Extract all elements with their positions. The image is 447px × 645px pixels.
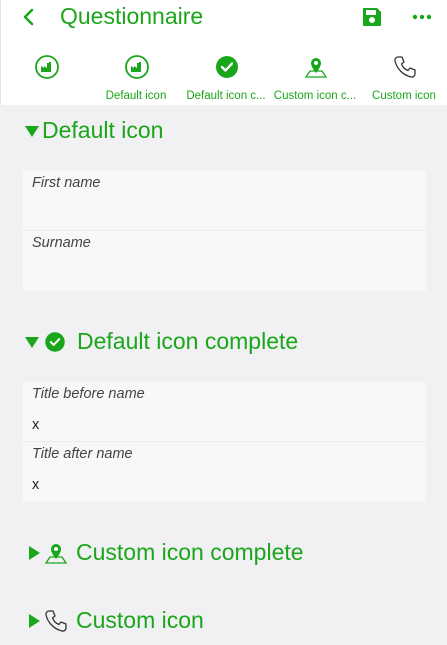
triangle-down-icon xyxy=(25,336,39,348)
phone-icon xyxy=(394,56,416,78)
field-label: Surname xyxy=(32,235,91,251)
section-card-default-icon-complete: Title before name x Title after name x xyxy=(23,382,426,502)
title-before-name-input[interactable]: x xyxy=(32,417,412,437)
tab-label: Custom icon c... xyxy=(273,90,357,102)
section-header-custom-icon-complete[interactable]: Custom icon complete xyxy=(24,539,304,566)
tab-label: Default icon c... xyxy=(186,90,266,102)
triangle-right-icon xyxy=(29,545,40,560)
triangle-down-icon xyxy=(25,125,39,137)
floppy-disk-icon[interactable] xyxy=(360,5,384,29)
tab-custom-icon[interactable]: Custom icon xyxy=(359,50,447,104)
factory-circle-icon xyxy=(35,55,59,79)
tab-default-icon[interactable]: Default icon xyxy=(91,50,181,104)
factory-circle-icon xyxy=(125,55,149,79)
section-title: Custom icon xyxy=(76,607,204,633)
section-header-default-icon[interactable]: Default icon xyxy=(24,117,163,144)
field-label: Title after name xyxy=(32,446,133,462)
field-surname: Surname xyxy=(23,231,426,291)
tab-label: Custom icon xyxy=(372,90,436,102)
section-title: Default icon xyxy=(42,117,164,143)
surname-input[interactable] xyxy=(32,266,412,286)
check-circle-icon xyxy=(45,331,65,352)
tab-default-icon-complete[interactable]: Default icon c... xyxy=(181,50,271,104)
section-title: Custom icon complete xyxy=(76,539,304,565)
section-card-default-icon: First name Surname xyxy=(23,171,426,291)
chevron-left-icon[interactable] xyxy=(17,2,41,32)
field-label: First name xyxy=(32,175,101,191)
map-pin-icon xyxy=(304,58,328,78)
section-title: Default icon complete xyxy=(77,328,299,354)
phone-icon xyxy=(45,609,67,632)
field-first-name: First name xyxy=(23,171,426,231)
triangle-right-icon xyxy=(29,613,40,628)
tab-first-section[interactable] xyxy=(1,50,91,104)
section-header-default-icon-complete[interactable]: Default icon complete xyxy=(24,328,298,355)
tab-custom-icon-complete[interactable]: Custom icon c... xyxy=(270,50,360,104)
map-pin-icon xyxy=(44,543,68,564)
field-title-before-name: Title before name x xyxy=(23,382,426,442)
ellipsis-icon[interactable] xyxy=(410,5,434,29)
check-circle-icon xyxy=(216,56,238,78)
header-bar: Questionnaire Default icon Default icon … xyxy=(0,0,447,105)
section-header-custom-icon[interactable]: Custom icon xyxy=(24,607,204,634)
tab-label: Default icon xyxy=(105,90,167,102)
field-label: Title before name xyxy=(32,386,145,402)
title-after-name-input[interactable]: x xyxy=(32,477,412,497)
field-title-after-name: Title after name x xyxy=(23,442,426,502)
first-name-input[interactable] xyxy=(32,206,412,226)
page-title: Questionnaire xyxy=(60,3,204,29)
